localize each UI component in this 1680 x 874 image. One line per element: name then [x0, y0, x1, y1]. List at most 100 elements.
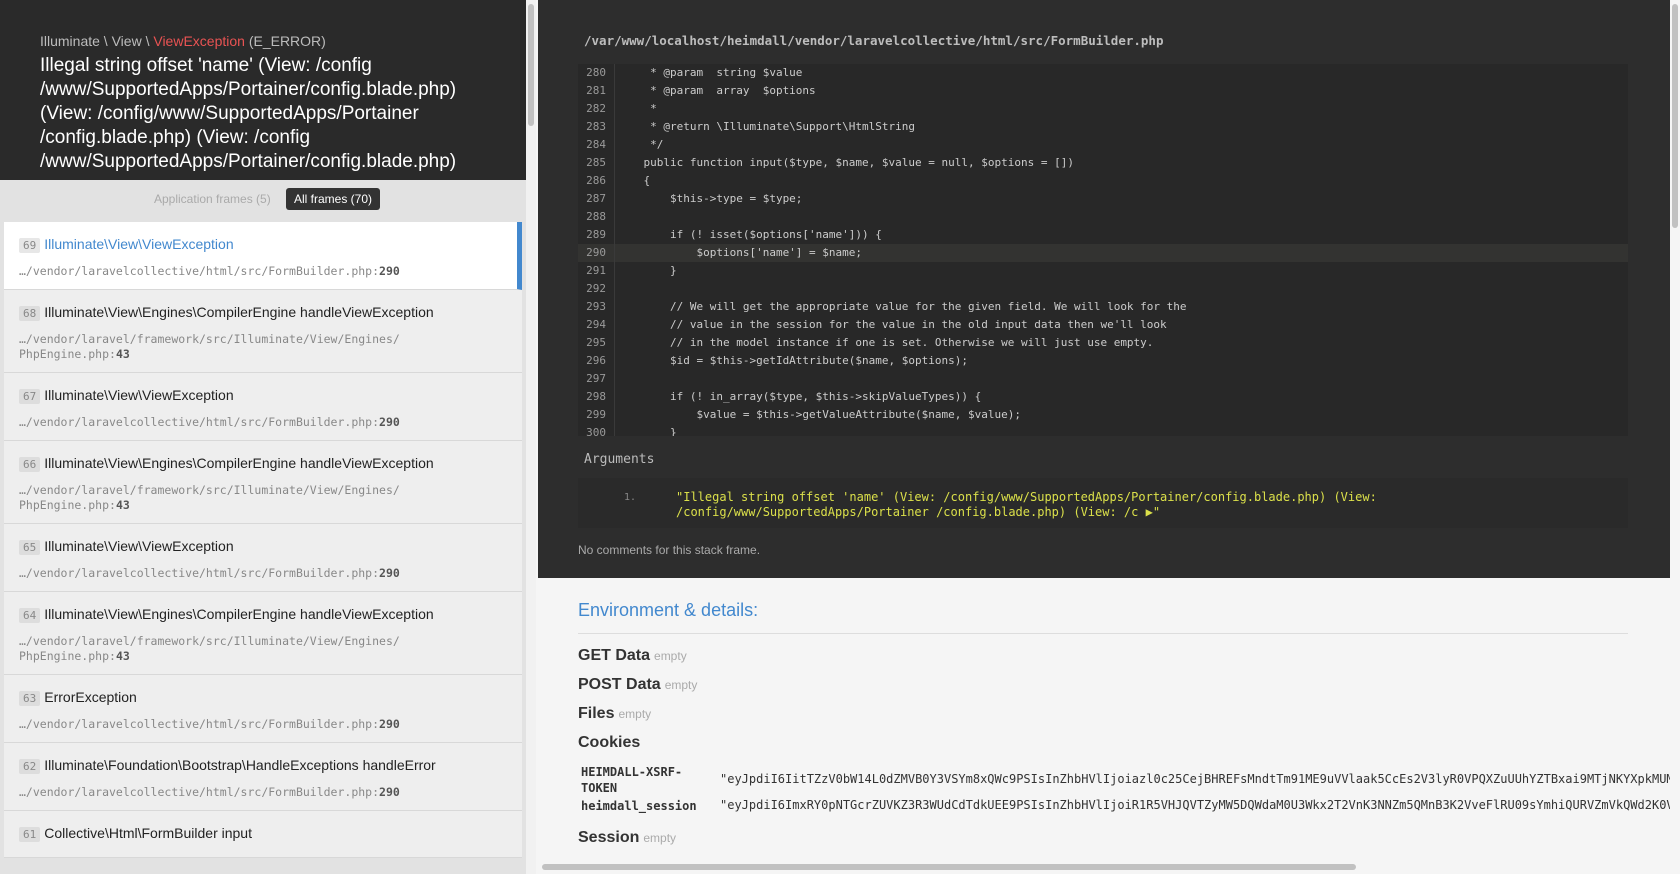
line-number: 296	[578, 352, 615, 370]
line-number: 282	[578, 100, 615, 118]
frame-class: Illuminate\View\Engines\CompilerEngine	[44, 304, 297, 320]
line-number: 286	[578, 172, 615, 190]
frame-line-number: 43	[115, 498, 130, 512]
code-line: 298 if (! in_array($type, $this->skipVal…	[578, 388, 1628, 406]
frame-item[interactable]: 66 Illuminate\View\Engines\CompilerEngine…	[4, 441, 522, 524]
frame-file: …/vendor/laravel/framework/src/Illuminat…	[19, 634, 400, 663]
frame-line-number: 290	[379, 785, 400, 799]
frame-file: …/vendor/laravelcollective/html/src/Form…	[19, 415, 400, 429]
frame-file-path: …/vendor/laravelcollective/html/src/Form…	[19, 785, 373, 799]
frames-list: 69 Illuminate\View\ViewException …/vendor…	[4, 222, 522, 858]
line-number: 290	[578, 244, 615, 262]
frame-class: Illuminate\View\Engines\CompilerEngine	[44, 455, 297, 471]
code-line: 283 * @return \Illuminate\Support\HtmlSt…	[578, 118, 1628, 136]
line-text: public function input($type, $name, $val…	[617, 156, 1074, 169]
line-text: $this->type = $type;	[617, 192, 803, 205]
frame-item[interactable]: 62 Illuminate\Foundation\Bootstrap\Handle…	[4, 743, 522, 811]
cookie-key: heimdall_session	[581, 799, 697, 813]
frame-file-path: …/vendor/laravel/framework/src/Illuminat…	[19, 483, 400, 512]
code-line: 291 }	[578, 262, 1628, 280]
empty-label: empty	[664, 678, 698, 692]
code-line: 280 * @param string $value	[578, 64, 1628, 82]
code-line: 288	[578, 208, 1628, 226]
empty-label: empty	[654, 649, 687, 663]
frame-file: …/vendor/laravelcollective/html/src/Form…	[19, 717, 400, 731]
frame-item[interactable]: 64 Illuminate\View\Engines\CompilerEngine…	[4, 592, 522, 675]
code-line: 289 if (! isset($options['name'])) {	[578, 226, 1628, 244]
frame-file-path: …/vendor/laravel/framework/src/Illuminat…	[19, 634, 400, 663]
frame-file-path: …/vendor/laravelcollective/html/src/Form…	[19, 717, 373, 731]
line-text: $value = $this->getValueAttribute($name,…	[617, 408, 1021, 421]
crumb-separator: \	[99, 33, 112, 49]
exception-header: Illuminate \ View \ ViewException (E_ERR…	[0, 0, 526, 180]
line-text: * @param array $options	[617, 84, 816, 97]
line-text: }	[617, 264, 677, 277]
frame-line-number: 290	[379, 264, 400, 278]
line-number: 288	[578, 208, 615, 226]
frame-file-path: …/vendor/laravelcollective/html/src/Form…	[19, 415, 373, 429]
frame-item[interactable]: 69 Illuminate\View\ViewException …/vendor…	[4, 222, 522, 290]
frame-item[interactable]: 63 ErrorException …/vendor/laravelcollect…	[4, 675, 522, 743]
line-number: 292	[578, 280, 615, 298]
frame-index: 64	[19, 608, 41, 623]
all-frames-filter[interactable]: All frames (70)	[286, 188, 381, 210]
files-label: Files	[578, 705, 615, 722]
crumb-namespace: Illuminate	[40, 33, 100, 49]
frame-index: 69	[19, 238, 41, 253]
page-scrollbar-thumb[interactable]	[1672, 4, 1678, 228]
frame-file: …/vendor/laravel/framework/src/Illuminat…	[19, 483, 400, 512]
cookie-value: "eyJpdiI6ImxRY0pNTGcrZUVKZ3R3WUdCdTdkUEE…	[720, 798, 1674, 812]
frame-line-number: 43	[115, 649, 130, 663]
crumb-subnamespace: View	[111, 33, 142, 49]
line-text: {	[617, 174, 651, 187]
code-line: 292	[578, 280, 1628, 298]
horizontal-scrollbar-thumb[interactable]	[542, 864, 1356, 870]
cookie-row: HEIMDALL-XSRF-TOKEN "eyJpdiI6IitTZzV0bW1…	[578, 764, 1674, 798]
horizontal-scrollbar[interactable]	[540, 862, 1670, 872]
frame-file: …/vendor/laravelcollective/html/src/Form…	[19, 566, 400, 580]
code-line: 300 }	[578, 424, 1628, 436]
stack-frames-panel: Illuminate \ View \ ViewException (E_ERR…	[0, 0, 526, 874]
line-text: *	[617, 102, 657, 115]
code-line: 281 * @param array $options	[578, 82, 1628, 100]
application-frames-filter[interactable]: Application frames (5)	[146, 188, 279, 210]
line-number: 297	[578, 370, 615, 388]
frame-class: Illuminate\View\ViewException	[44, 387, 234, 403]
code-snippet: 280 * @param string $value 281 * @param a…	[578, 64, 1628, 436]
line-text: $options['name'] = $name;	[617, 246, 863, 259]
frame-function: handleError	[362, 757, 436, 773]
arguments-label: Arguments	[584, 452, 655, 467]
frame-function: handleViewException	[300, 455, 434, 471]
frame-item[interactable]: 65 Illuminate\View\ViewException …/vendor…	[4, 524, 522, 592]
session-label: Session	[578, 829, 640, 846]
line-number: 281	[578, 82, 615, 100]
frame-file-path: …/vendor/laravelcollective/html/src/Form…	[19, 566, 373, 580]
line-text: // in the model instance if one is set. …	[617, 336, 1154, 349]
frame-class: Collective\Html\FormBuilder	[44, 825, 218, 841]
line-number: 283	[578, 118, 615, 136]
line-text: // We will get the appropriate value for…	[617, 300, 1187, 313]
frames-scrollbar[interactable]	[526, 0, 536, 874]
no-comments-text: No comments for this stack frame.	[578, 543, 761, 557]
empty-label: empty	[643, 831, 677, 845]
line-number: 294	[578, 316, 615, 334]
page-scrollbar[interactable]	[1670, 0, 1680, 874]
frame-class: Illuminate\View\ViewException	[44, 538, 234, 554]
line-number: 291	[578, 262, 615, 280]
frame-file-path: …/vendor/laravelcollective/html/src/Form…	[19, 264, 373, 278]
files-section: Files empty	[578, 702, 1628, 731]
frame-index: 63	[19, 691, 41, 706]
frame-item[interactable]: 67 Illuminate\View\ViewException …/vendor…	[4, 373, 522, 441]
frame-item[interactable]: 68 Illuminate\View\Engines\CompilerEngine…	[4, 290, 522, 373]
frame-index: 65	[19, 540, 41, 555]
frame-index: 66	[19, 457, 41, 472]
code-line: 285 public function input($type, $name, …	[578, 154, 1628, 172]
line-number: 300	[578, 424, 615, 436]
line-number: 293	[578, 298, 615, 316]
argument-value[interactable]: "Illegal string offset 'name' (View: /co…	[676, 490, 1596, 520]
frames-scrollbar-thumb[interactable]	[528, 4, 534, 126]
code-line: 290 $options['name'] = $name;	[578, 244, 1628, 262]
frame-item[interactable]: 61 Collective\Html\FormBuilder input	[4, 811, 522, 858]
code-line: 297	[578, 370, 1628, 388]
line-number: 289	[578, 226, 615, 244]
